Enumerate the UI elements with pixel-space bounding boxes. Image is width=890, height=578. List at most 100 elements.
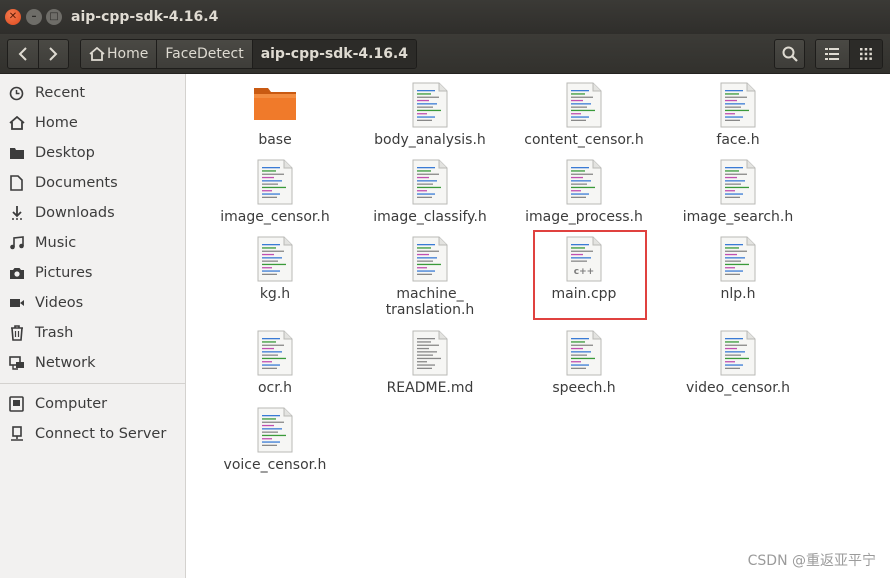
header-file-icon <box>255 407 295 453</box>
close-window-button[interactable]: ✕ <box>5 9 21 25</box>
header-file-icon <box>410 82 450 128</box>
breadcrumb-facedetect[interactable]: FaceDetect <box>157 40 253 68</box>
sidebar-item-computer[interactable]: Computer <box>0 389 185 419</box>
grid-icon <box>859 48 872 60</box>
search-icon <box>782 46 798 62</box>
back-button[interactable] <box>8 40 38 68</box>
file-name: kg.h <box>259 286 291 302</box>
home-icon <box>8 115 25 132</box>
sidebar-item-downloads[interactable]: Downloads <box>0 198 185 228</box>
file-item[interactable]: base <box>205 82 345 148</box>
file-item[interactable]: body_analysis.h <box>360 82 500 148</box>
file-name: image_classify.h <box>373 209 487 225</box>
chevron-left-icon <box>18 47 27 61</box>
file-item[interactable]: speech.h <box>514 330 654 396</box>
file-name: video_censor.h <box>685 380 791 396</box>
sidebar-item-pictures[interactable]: Pictures <box>0 258 185 288</box>
file-name-line2: translation.h <box>385 302 475 318</box>
minimize-window-button[interactable]: – <box>26 9 42 25</box>
sidebar-item-label: Trash <box>35 325 74 341</box>
sidebar-item-label: Computer <box>35 396 108 412</box>
file-item[interactable]: README.md <box>360 330 500 396</box>
file-item[interactable]: face.h <box>668 82 808 148</box>
music-icon <box>8 235 25 252</box>
forward-button[interactable] <box>37 40 68 68</box>
sidebar-item-label: Downloads <box>35 205 115 221</box>
list-icon <box>825 48 840 60</box>
server-icon <box>8 426 25 443</box>
breadcrumb-current-label: aip-cpp-sdk-4.16.4 <box>260 46 408 62</box>
sidebar-item-recent[interactable]: Recent <box>0 78 185 108</box>
trash-icon <box>8 325 25 342</box>
header-file-icon <box>255 159 295 205</box>
file-item[interactable]: image_censor.h <box>205 159 345 225</box>
sidebar-item-documents[interactable]: Documents <box>0 168 185 198</box>
file-grid: base body_analysis.h content_censor.h fa… <box>187 74 890 578</box>
sidebar-item-label: Pictures <box>35 265 93 281</box>
sidebar-item-connect-to-server[interactable]: Connect to Server <box>0 419 185 449</box>
sidebar-item-label: Network <box>35 355 96 371</box>
breadcrumb: Home FaceDetect aip-cpp-sdk-4.16.4 <box>80 39 417 69</box>
home-icon <box>89 47 105 61</box>
file-name: ocr.h <box>257 380 293 396</box>
file-name: image_censor.h <box>220 209 330 225</box>
sidebar-item-network[interactable]: Network <box>0 348 185 378</box>
highlight-box <box>533 230 647 320</box>
header-file-icon <box>410 159 450 205</box>
view-mode-toggle <box>815 39 883 69</box>
header-file-icon <box>564 82 604 128</box>
header-file-icon <box>410 236 450 282</box>
file-item[interactable]: kg.h <box>205 236 345 302</box>
document-icon <box>8 175 25 192</box>
header-file-icon <box>718 330 758 376</box>
grid-view-button[interactable] <box>848 40 882 68</box>
file-name: README.md <box>386 380 474 396</box>
file-item[interactable]: voice_censor.h <box>205 407 345 473</box>
file-name: image_search.h <box>682 209 794 225</box>
chevron-right-icon <box>49 47 58 61</box>
file-item[interactable]: image_search.h <box>668 159 808 225</box>
sidebar-item-label: Recent <box>35 85 86 101</box>
watermark: CSDN @重返亚平宁 <box>747 553 876 569</box>
sidebar: Recent Home Desktop Documents Downloads … <box>0 74 186 578</box>
title-bar: ✕ – □ aip-cpp-sdk-4.16.4 <box>0 0 890 34</box>
file-item[interactable]: image_classify.h <box>360 159 500 225</box>
breadcrumb-home[interactable]: Home <box>81 40 158 68</box>
file-item[interactable]: machine_ translation.h <box>360 236 500 318</box>
sidebar-item-trash[interactable]: Trash <box>0 318 185 348</box>
video-icon <box>8 295 25 312</box>
clock-icon <box>8 85 25 102</box>
download-icon <box>8 205 25 222</box>
navigation-buttons <box>7 39 69 69</box>
file-item[interactable]: video_censor.h <box>668 330 808 396</box>
breadcrumb-facedetect-label: FaceDetect <box>165 46 244 62</box>
computer-icon <box>8 396 25 413</box>
file-item[interactable]: content_censor.h <box>514 82 654 148</box>
file-name: image_process.h <box>525 209 643 225</box>
search-button[interactable] <box>774 39 805 69</box>
sidebar-item-label: Connect to Server <box>35 426 167 442</box>
folder-icon <box>252 82 298 128</box>
file-item[interactable]: ocr.h <box>205 330 345 396</box>
file-item[interactable]: image_process.h <box>514 159 654 225</box>
sidebar-item-videos[interactable]: Videos <box>0 288 185 318</box>
maximize-window-button[interactable]: □ <box>46 9 62 25</box>
header-file-icon <box>718 159 758 205</box>
sidebar-item-label: Videos <box>35 295 84 311</box>
sidebar-divider <box>0 383 185 384</box>
sidebar-item-home[interactable]: Home <box>0 108 185 138</box>
sidebar-item-label: Documents <box>35 175 118 191</box>
file-name: face.h <box>716 132 760 148</box>
sidebar-item-desktop[interactable]: Desktop <box>0 138 185 168</box>
folder-icon <box>8 145 25 162</box>
file-item[interactable]: nlp.h <box>668 236 808 302</box>
file-name: speech.h <box>552 380 616 396</box>
sidebar-item-music[interactable]: Music <box>0 228 185 258</box>
header-file-icon <box>255 236 295 282</box>
header-file-icon <box>564 159 604 205</box>
list-view-button[interactable] <box>816 40 849 68</box>
header-file-icon <box>718 82 758 128</box>
network-icon <box>8 355 25 372</box>
breadcrumb-current[interactable]: aip-cpp-sdk-4.16.4 <box>252 40 416 68</box>
header-file-icon <box>255 330 295 376</box>
